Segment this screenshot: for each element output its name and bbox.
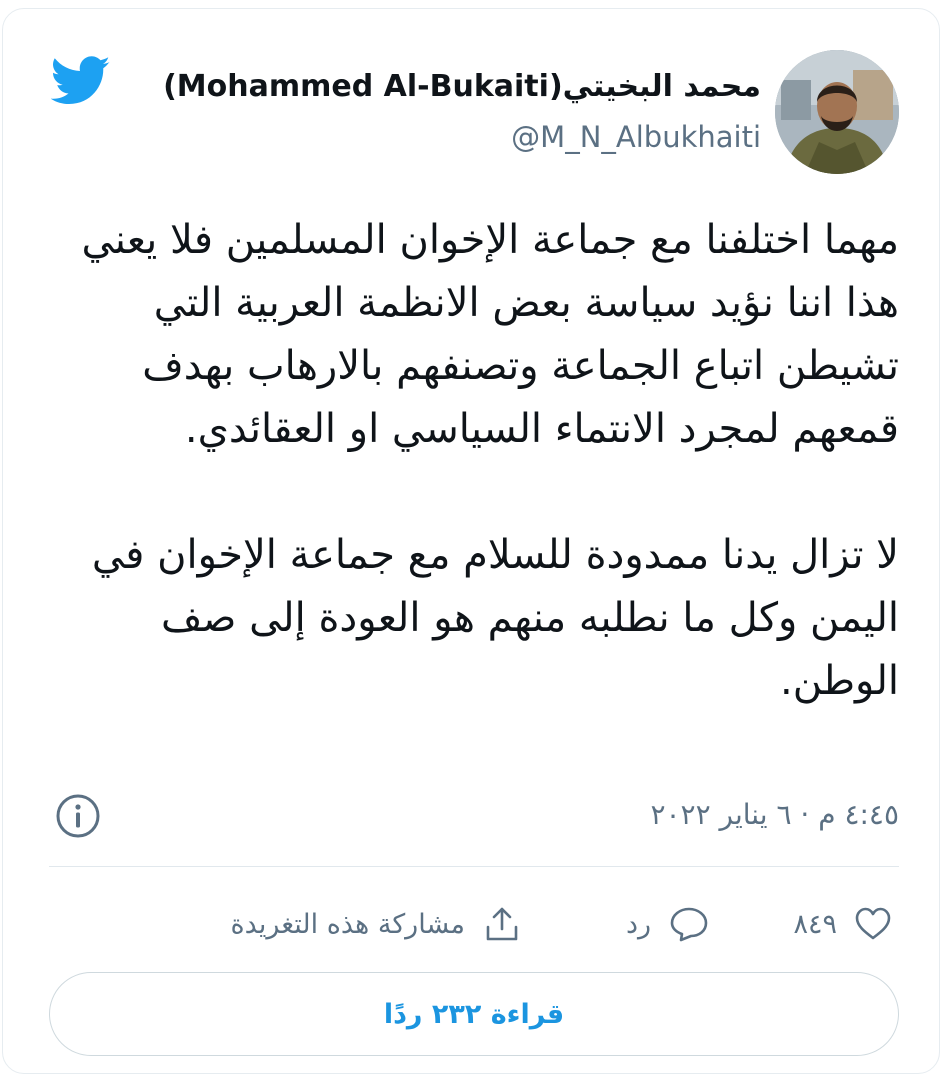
read-replies-button[interactable]: قراءة ٢٣٢ ردًا bbox=[49, 972, 899, 1056]
share-upload-icon bbox=[486, 907, 518, 941]
tweet-card: محمد البخيتي(Mohammed Al-Bukaiti) @M_N_A… bbox=[2, 8, 940, 1074]
reply-label: رد bbox=[625, 908, 651, 940]
tweet-text: مهما اختلفنا مع جماعة الإخوان المسلمين ف… bbox=[39, 209, 899, 713]
tweet-actions: ٨٤٩ رد مشاركة هذه التغريدة bbox=[3, 889, 939, 959]
avatar-photo bbox=[775, 50, 899, 174]
like-button[interactable]: ٨٤٩ bbox=[793, 889, 891, 959]
share-button[interactable]: مشاركة هذه التغريدة bbox=[231, 889, 522, 959]
info-icon[interactable] bbox=[55, 793, 101, 839]
avatar[interactable] bbox=[775, 50, 899, 174]
tweet-paragraph: لا تزال يدنا ممدودة للسلام مع جماعة الإخ… bbox=[91, 532, 899, 704]
tweet-timestamp[interactable]: ٤:٤٥ م · ٦ يناير ٢٠٢٢ bbox=[299, 795, 899, 835]
like-count: ٨٤٩ bbox=[793, 908, 837, 940]
tweet-paragraph: مهما اختلفنا مع جماعة الإخوان المسلمين ف… bbox=[81, 217, 899, 452]
divider bbox=[49, 866, 899, 867]
author-display-name[interactable]: محمد البخيتي(Mohammed Al-Bukaiti) bbox=[121, 67, 761, 107]
heart-icon bbox=[855, 907, 891, 940]
author-handle[interactable]: @M_N_Albukhaiti bbox=[261, 117, 761, 157]
share-label: مشاركة هذه التغريدة bbox=[230, 908, 466, 940]
twitter-bird-icon[interactable] bbox=[51, 55, 111, 107]
reply-bubble-icon bbox=[670, 907, 708, 942]
reply-button[interactable]: رد bbox=[626, 889, 709, 959]
